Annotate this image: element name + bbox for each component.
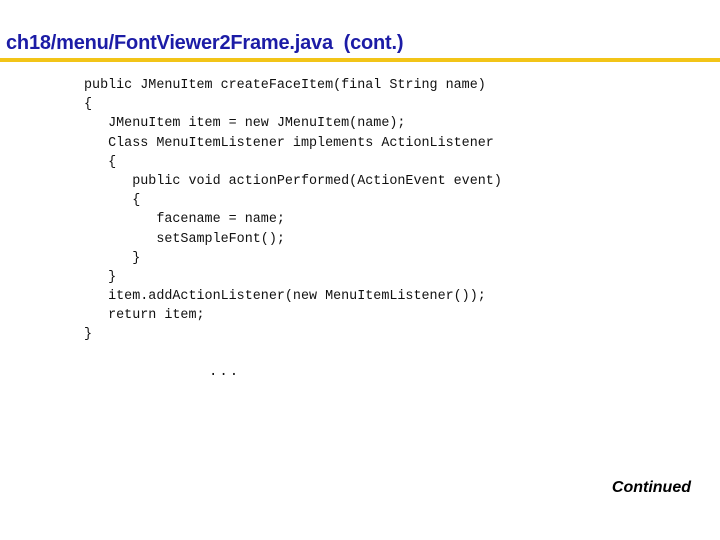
- code-line: setSampleFont();: [84, 231, 285, 247]
- code-line: }: [84, 327, 93, 343]
- code-line: {: [84, 193, 141, 209]
- slide-title: ch18/menu/FontViewer2Frame.java (cont.): [6, 32, 404, 54]
- code-line: Class MenuItemListener implements Action…: [84, 135, 494, 151]
- code-listing: public JMenuItem createFaceItem(final St…: [84, 76, 502, 345]
- code-ellipsis: ...: [209, 364, 241, 380]
- code-line: item.addActionListener(new MenuItemListe…: [84, 289, 486, 305]
- code-line: public JMenuItem createFaceItem(final St…: [84, 78, 486, 93]
- code-line: }: [84, 269, 117, 285]
- code-line: return item;: [84, 308, 205, 324]
- continued-label: Continued: [611, 479, 691, 496]
- title-underline-rule: [0, 58, 720, 62]
- code-line: public void actionPerformed(ActionEvent …: [84, 173, 502, 189]
- code-line: {: [84, 154, 117, 170]
- code-line: {: [84, 97, 93, 113]
- code-line: facename = name;: [84, 212, 285, 228]
- code-line: JMenuItem item = new JMenuItem(name);: [84, 116, 406, 132]
- code-line: }: [84, 250, 141, 266]
